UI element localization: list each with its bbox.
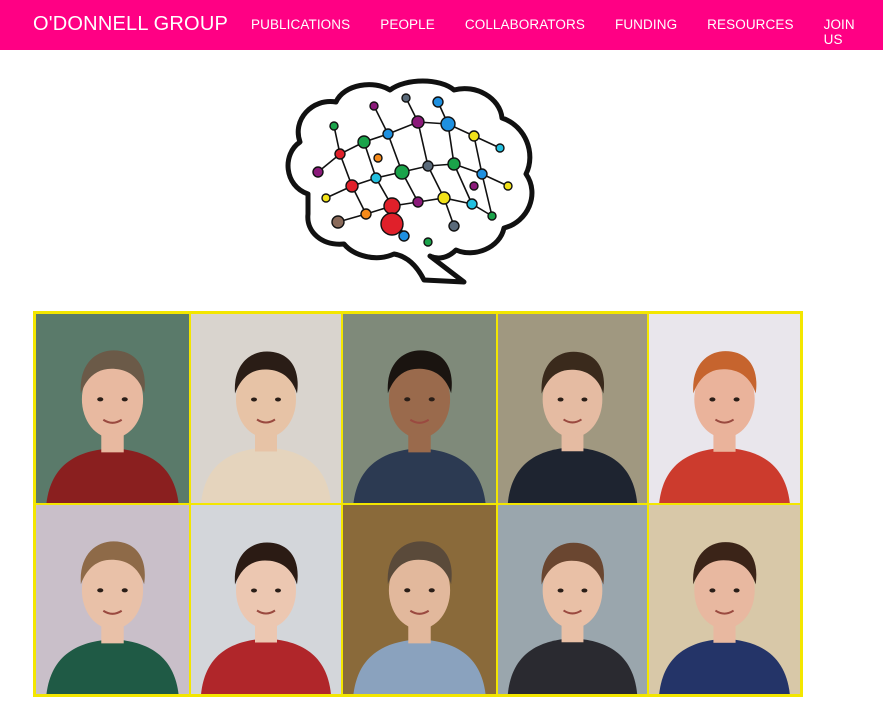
person-photo-icon <box>649 314 800 503</box>
person-photo-icon <box>343 505 496 694</box>
team-member-photo <box>648 313 801 504</box>
person-photo-icon <box>191 314 341 503</box>
nav-link-join-us[interactable]: JOIN US <box>824 17 855 47</box>
person-photo-icon <box>36 314 189 503</box>
nav-link-collaborators[interactable]: COLLABORATORS <box>465 17 585 47</box>
nav-link-people[interactable]: PEOPLE <box>380 17 435 47</box>
top-navbar: O'DONNELL GROUP PUBLICATIONS PEOPLE COLL… <box>0 0 883 50</box>
person-photo-icon <box>649 505 800 694</box>
person-photo-icon <box>498 505 647 694</box>
team-member-photo <box>648 504 801 695</box>
team-member-photo <box>342 313 497 504</box>
nav-menu: PUBLICATIONS PEOPLE COLLABORATORS FUNDIN… <box>251 17 883 47</box>
person-photo-icon <box>343 314 496 503</box>
team-member-photo <box>190 504 342 695</box>
person-photo-icon <box>498 314 647 503</box>
nav-link-publications[interactable]: PUBLICATIONS <box>251 17 350 47</box>
team-photo-grid <box>33 311 803 697</box>
team-member-photo <box>497 504 648 695</box>
brain-network-logo <box>278 76 540 288</box>
nav-link-funding[interactable]: FUNDING <box>615 17 677 47</box>
site-brand-link[interactable]: O'DONNELL GROUP <box>33 13 228 36</box>
nav-link-resources[interactable]: RESOURCES <box>707 17 793 47</box>
team-member-photo <box>35 504 190 695</box>
team-member-photo <box>190 313 342 504</box>
team-member-photo <box>35 313 190 504</box>
person-photo-icon <box>191 505 341 694</box>
person-photo-icon <box>36 505 189 694</box>
team-member-photo <box>342 504 497 695</box>
brain-network-icon <box>285 78 535 285</box>
team-member-photo <box>497 313 648 504</box>
